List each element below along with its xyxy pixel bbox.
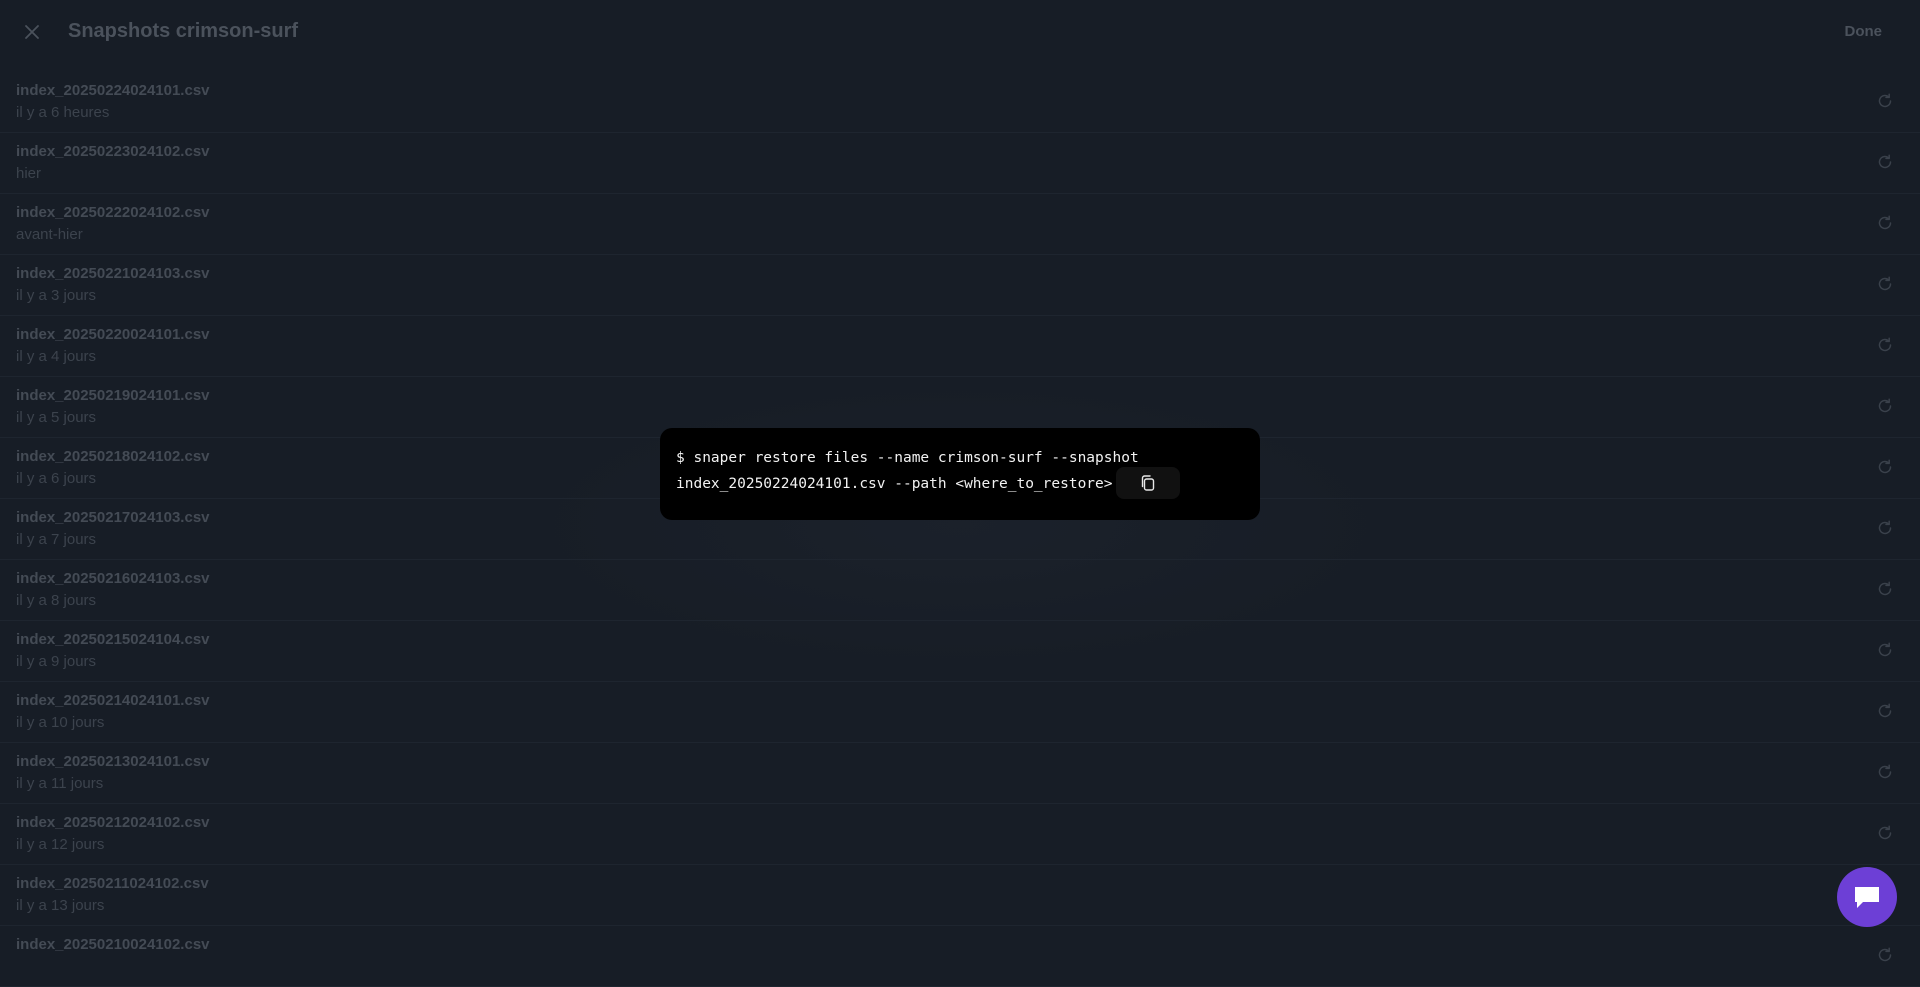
snapshot-filename: index_20250216024103.csv [16,570,210,587]
snapshot-relative-time: il y a 11 jours [16,775,104,792]
snapshot-filename: index_20250213024101.csv [16,753,210,770]
restore-button[interactable] [1876,275,1896,295]
snapshot-relative-time: avant-hier [16,226,83,243]
snapshot-filename: index_20250222024102.csv [16,204,210,221]
refresh-icon [1878,642,1892,657]
restore-button[interactable] [1876,946,1896,966]
refresh-icon [1878,337,1892,352]
snapshot-filename: index_20250221024103.csv [16,265,210,282]
restore-button[interactable] [1876,92,1896,112]
restore-button[interactable] [1876,214,1896,234]
chat-button[interactable] [1837,867,1897,927]
snapshot-relative-time: hier [16,165,42,182]
restore-button[interactable] [1876,702,1896,722]
snapshot-filename: index_20250211024102.csv [16,875,209,892]
refresh-icon [1878,947,1892,962]
restore-button[interactable] [1876,153,1896,173]
restore-button[interactable] [1876,397,1896,417]
snapshot-row: index_20250210024102.csv [0,926,1920,987]
snapshot-filename: index_20250214024101.csv [16,692,210,709]
snapshot-row: index_20250222024102.csv avant-hier [0,194,1920,255]
snapshot-row: index_20250224024101.csvil y a 6 heures [0,72,1920,133]
snapshot-filename: index_20250212024102.csv [16,814,210,831]
snapshot-relative-time: il y a 7 jours [16,531,97,548]
copy-icon [1141,475,1155,491]
snapshot-filename: index_20250217024103.csv [16,509,210,526]
restore-button[interactable] [1876,336,1896,356]
snapshot-relative-time: il y a 6 heures [16,104,110,121]
snapshot-filename: index_20250220024101.csv [16,326,210,343]
restore-button[interactable] [1876,824,1896,844]
restore-button[interactable] [1876,641,1896,661]
snapshot-relative-time: il y a 6 jours [16,470,97,487]
refresh-icon [1878,703,1892,718]
done-button[interactable]: Done [1845,23,1883,40]
snapshot-row: index_20250214024101.csvil y a 10 jours [0,682,1920,743]
refresh-icon [1878,764,1892,779]
snapshot-row: index_20250220024101.csvil y a 4 jours [0,316,1920,377]
refresh-icon [1878,825,1892,840]
overlay-backdrop [520,380,1400,670]
refresh-icon [1878,276,1892,291]
header: Snapshots crimson-surf Done [0,0,1920,65]
refresh-icon [1878,215,1892,230]
snapshot-filename: index_20250224024101.csv [16,82,210,99]
snapshot-relative-time: il y a 13 jours [16,897,105,914]
snapshot-row: index_20250223024102.csvhier [0,133,1920,194]
refresh-icon [1878,398,1892,413]
snapshot-relative-time: il y a 10 jours [16,714,105,731]
page-title: Snapshots crimson-surf [68,20,299,42]
copy-button[interactable] [1116,467,1180,499]
restore-button[interactable] [1876,580,1896,600]
chat-icon [1855,887,1879,908]
snapshot-row: index_20250212024102.csvil y a 12 jours [0,804,1920,865]
snapshot-relative-time: il y a 3 jours [16,287,97,304]
restore-button[interactable] [1876,519,1896,539]
snapshot-filename: index_20250215024104.csv [16,631,210,648]
snapshot-relative-time: il y a 5 jours [16,409,97,426]
snapshot-row: index_20250211024102.csvil y a 13 jours [0,865,1920,926]
refresh-icon [1878,154,1892,169]
close-icon [25,25,39,39]
close-button[interactable] [20,18,44,46]
snapshot-row: index_20250221024103.csvil y a 3 jours [0,255,1920,316]
snapshot-relative-time: il y a 8 jours [16,592,97,609]
snapshot-filename: index_20250210024102.csv [16,936,210,953]
snapshot-relative-time: il y a 12 jours [16,836,105,853]
restore-button[interactable] [1876,763,1896,783]
snapshot-filename: index_20250219024101.csv [16,387,210,404]
snapshot-row: index_20250213024101.csvil y a 11 jours [0,743,1920,804]
refresh-icon [1878,459,1892,474]
snapshot-filename: index_20250223024102.csv [16,143,210,160]
refresh-icon [1878,520,1892,535]
restore-button[interactable] [1876,458,1896,478]
refresh-icon [1878,93,1892,108]
snapshot-filename: index_20250218024102.csv [16,448,210,465]
snapshot-relative-time: il y a 4 jours [16,348,97,365]
snapshot-relative-time: il y a 9 jours [16,653,97,670]
refresh-icon [1878,581,1892,596]
